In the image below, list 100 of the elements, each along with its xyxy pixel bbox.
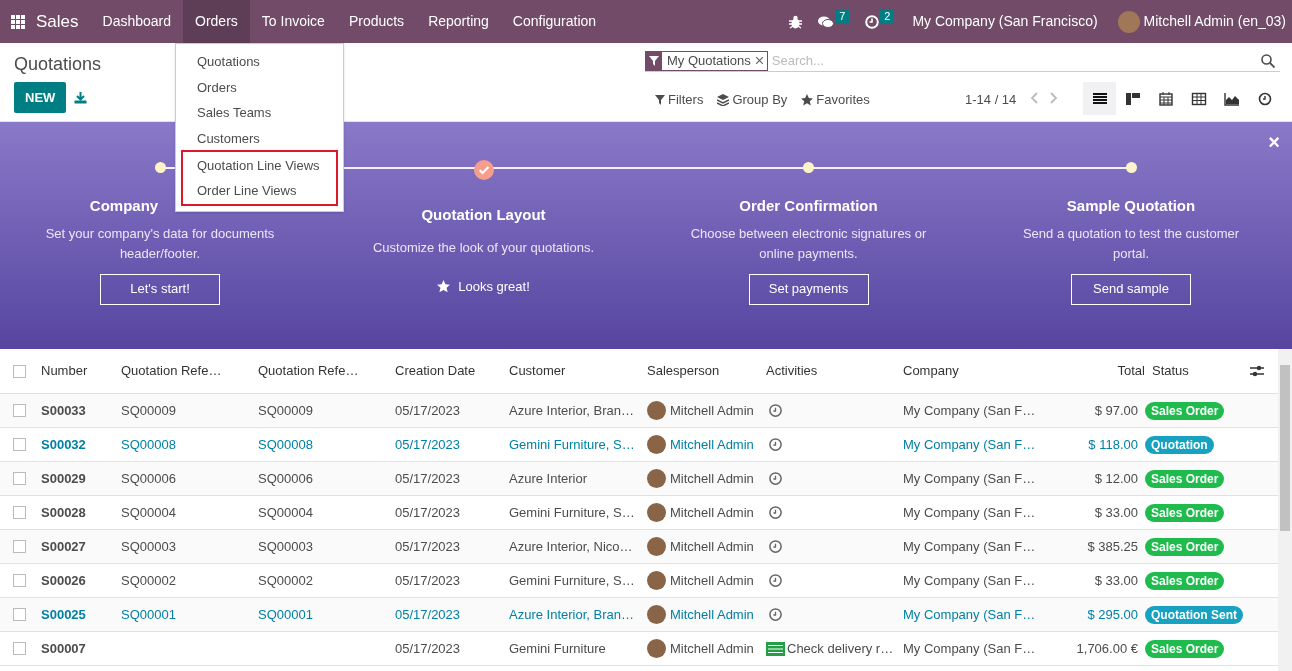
column-header[interactable]: Quotation Refe… [258, 361, 395, 381]
company-switcher[interactable]: My Company (San Francisco) [912, 11, 1098, 32]
select-all-checkbox[interactable] [13, 364, 26, 378]
new-button[interactable]: NEW [14, 82, 67, 113]
row-checkbox[interactable] [13, 642, 26, 655]
step-button[interactable]: Let's start! [100, 273, 220, 305]
dropdown-item[interactable]: Quotations [176, 49, 343, 75]
star-icon [801, 93, 814, 106]
dropdown-item[interactable]: Orders [176, 74, 343, 101]
status-badge: Quotation [1145, 435, 1214, 454]
bug-icon[interactable] [789, 14, 803, 29]
status-badge: Sales Order [1145, 503, 1225, 522]
step-title: Order Confirmation [739, 196, 878, 216]
table-cell-text: 05/17/2023 [395, 537, 462, 556]
table-cell-text: S00032 [41, 435, 87, 454]
close-icon[interactable] [755, 57, 763, 64]
scrollbar[interactable] [1278, 349, 1292, 671]
row-checkbox[interactable] [13, 404, 26, 417]
clock-icon[interactable] [768, 573, 783, 588]
clock-icon[interactable] [768, 471, 783, 486]
nav-menu-item[interactable]: Orders [183, 0, 250, 43]
table-cell-text: $ 12.00 [1093, 469, 1139, 488]
row-checkbox[interactable] [13, 574, 26, 587]
table-cell-text: My Company (San F… [903, 537, 1037, 556]
dropdown-item[interactable]: Quotation Line Views [183, 153, 336, 179]
dropdown-item[interactable]: Order Line Views [183, 178, 336, 204]
search-facet[interactable]: My Quotations [645, 50, 768, 71]
download-icon[interactable] [74, 91, 87, 104]
pivot-view-icon [1190, 90, 1207, 107]
column-header[interactable]: Number [41, 361, 121, 381]
view-switch-button[interactable] [1083, 82, 1116, 115]
nav-menu-item[interactable]: Reporting [416, 0, 501, 43]
clock-icon[interactable] [768, 505, 783, 520]
avatar [647, 401, 666, 420]
step-description: Send a quotation to test the customer portal. [1021, 224, 1241, 263]
nav-menu-item[interactable]: Configuration [500, 0, 609, 43]
group-by-button[interactable]: Group By [717, 90, 788, 110]
row-checkbox[interactable] [13, 472, 26, 485]
filters-button[interactable]: Filters [655, 90, 704, 110]
clock-icon[interactable] [768, 403, 783, 418]
app-title[interactable]: Sales [36, 8, 79, 35]
row-checkbox[interactable] [13, 438, 26, 451]
nav-menu-item[interactable]: Products [336, 0, 417, 43]
nav-menu-item[interactable]: To Invoice [249, 0, 337, 43]
column-header[interactable]: Activities [766, 361, 903, 381]
search-icon[interactable] [1261, 53, 1275, 68]
search-field[interactable]: Search... [771, 50, 1261, 71]
page-title: Quotations [14, 53, 102, 76]
column-header[interactable]: Customer [509, 361, 647, 381]
row-checkbox[interactable] [13, 506, 26, 519]
user-menu[interactable]: Mitchell Admin (en_03) [1143, 11, 1286, 32]
table-cell-text: $ 33.00 [1093, 571, 1139, 590]
table-cell-text: 05/17/2023 [395, 639, 462, 658]
table-cell-text: Mitchell Admin [670, 605, 754, 624]
table-cell-text: SQ00006 [258, 469, 314, 488]
table-cell-text: 05/17/2023 [395, 605, 462, 624]
column-header[interactable]: Total [1040, 361, 1145, 381]
nav-menu-item[interactable]: Dashboard [90, 0, 184, 43]
pager-value[interactable]: 1-14 / 14 [965, 90, 1017, 110]
sliders-icon[interactable] [1250, 365, 1264, 377]
row-checkbox[interactable] [13, 540, 26, 553]
table-cell-text: Mitchell Admin [670, 639, 754, 658]
column-header[interactable]: Salesperson [647, 361, 766, 381]
apps-menu-icon[interactable] [11, 14, 25, 29]
step-button[interactable]: Set payments [748, 273, 869, 305]
avatar [647, 537, 666, 556]
table-cell-text: SQ00009 [121, 401, 177, 420]
step-dot-icon [154, 162, 166, 173]
table-cell-text: Mitchell Admin [670, 401, 754, 420]
column-header[interactable]: Company [903, 361, 1040, 381]
step-button[interactable]: Send sample [1071, 273, 1191, 305]
row-checkbox[interactable] [13, 608, 26, 621]
clock-icon[interactable] [768, 437, 783, 452]
layers-icon [717, 93, 730, 106]
column-header[interactable]: Quotation Refe… [121, 361, 258, 381]
graph-view-icon [1223, 90, 1240, 107]
avatar [647, 571, 666, 590]
dropdown-item[interactable]: Sales Teams [176, 100, 343, 126]
dropdown-item[interactable]: Customers [176, 125, 343, 152]
table-cell-text: SQ00002 [258, 571, 314, 590]
status-badge: Sales Order [1145, 571, 1225, 590]
column-header[interactable]: Creation Date [395, 361, 509, 381]
table-cell-text: My Company (San F… [903, 571, 1037, 590]
clock-icon[interactable] [768, 539, 783, 554]
step-title: Quotation Layout [421, 205, 546, 225]
table-cell-text: My Company (San F… [903, 435, 1037, 454]
column-header[interactable]: Status [1145, 361, 1245, 381]
task-list-icon[interactable] [766, 641, 785, 656]
close-button[interactable]: × [1268, 132, 1280, 152]
table-cell-text: SQ00009 [258, 401, 314, 420]
clock-icon[interactable] [768, 607, 783, 622]
table-cell-text: SQ00008 [121, 435, 177, 454]
activity-summary[interactable]: Check delivery r… [787, 638, 894, 659]
table-cell-text: My Company (San F… [903, 469, 1037, 488]
chat-icon[interactable] [818, 14, 835, 29]
table-cell-text: 05/17/2023 [395, 469, 462, 488]
step-done-label: Looks great! [458, 278, 530, 296]
table-cell-text: S00028 [41, 503, 87, 522]
favorites-button[interactable]: Favorites [801, 90, 870, 110]
avatar [647, 503, 666, 522]
